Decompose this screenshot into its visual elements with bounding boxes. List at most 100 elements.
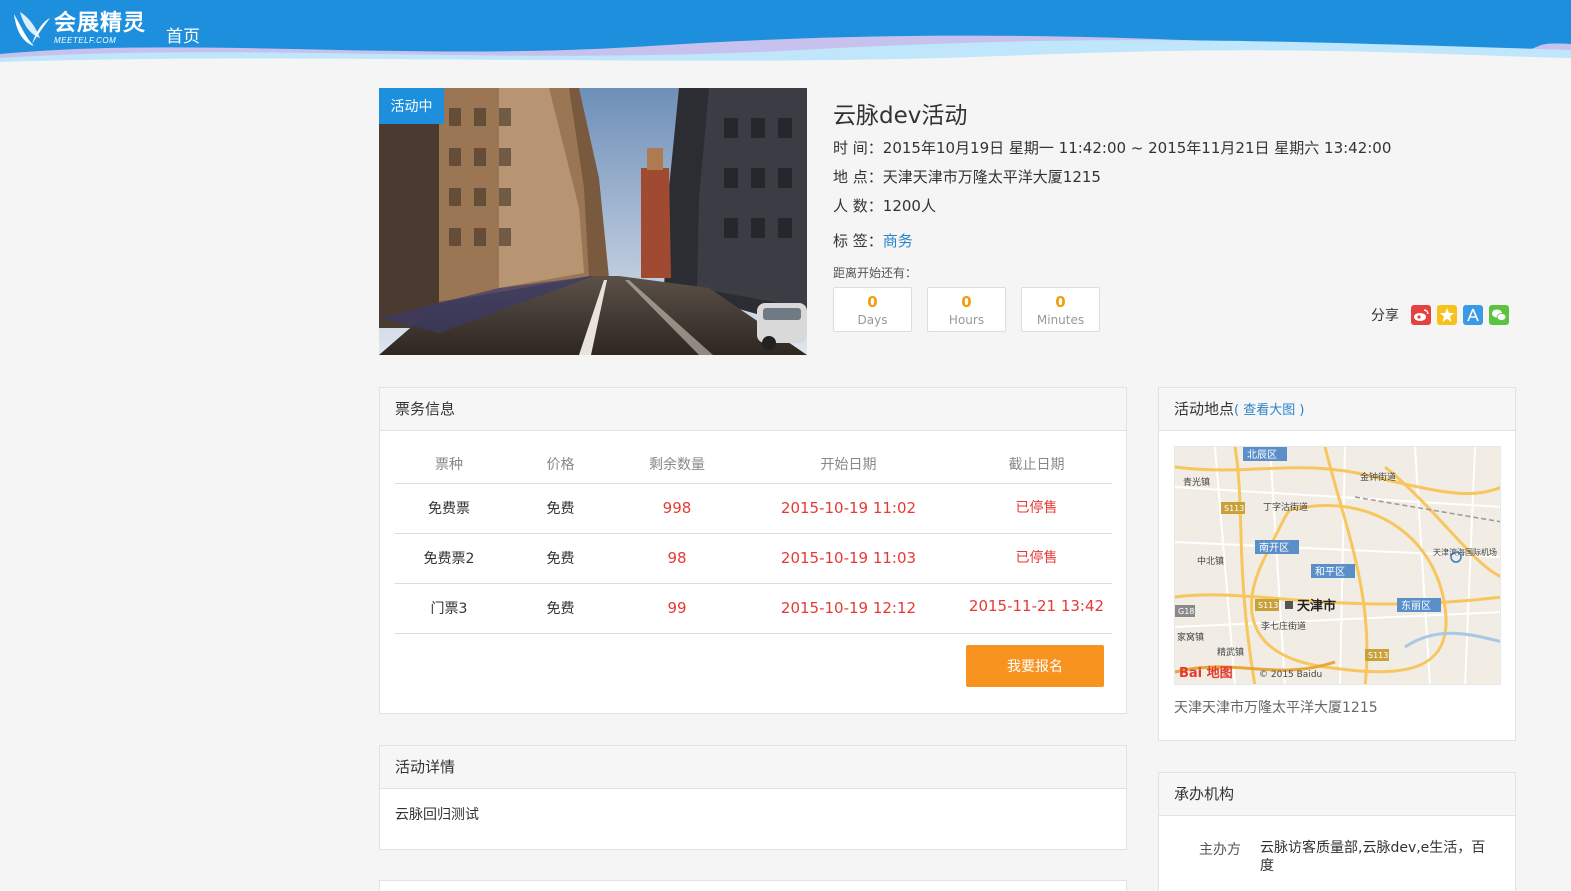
ticket-end: 已停售 (961, 483, 1112, 534)
countdown-hours-unit: Hours (948, 313, 985, 327)
map-copyright: © 2015 Baidu (1259, 670, 1322, 680)
event-time-row: 时 间：2015年10月19日 星期一 11:42:00 ~ 2015年11月2… (833, 137, 1391, 158)
event-place-value: 天津天津市万隆太平洋大厦1215 (882, 168, 1101, 186)
logo-name: 会展精灵 (54, 11, 147, 36)
map-label-heping: 和平区 (1315, 566, 1345, 578)
event-cover-image: 活动中 (379, 88, 807, 355)
event-people-row: 人 数：1200人 (833, 195, 936, 216)
organizer-label: 主办方 (1199, 842, 1241, 858)
countdown-label: 距离开始还有： (833, 266, 918, 280)
top-navbar: 会展精灵 MEETELF.COM 首页 (0, 0, 1571, 64)
map-label-dongli: 东丽区 (1401, 599, 1431, 612)
signup-button[interactable]: 我要报名 (966, 645, 1104, 687)
ticket-panel-title: 票务信息 (380, 388, 1126, 431)
baidu-map-logo: Bai 地图 (1179, 665, 1233, 681)
countdown-days: 0 Days (833, 287, 912, 332)
butterfly-logo-icon (14, 12, 50, 46)
table-row: 免费票 免费 998 2015-10-19 11:02 已停售 (395, 483, 1112, 534)
countdown-minutes: 0 Minutes (1021, 287, 1100, 332)
organizer-panel-title: 承办机构 (1159, 773, 1515, 816)
map-label-jinzhong: 金钟街道 (1360, 471, 1396, 483)
col-price: 价格 (503, 446, 618, 484)
event-title: 云脉dev活动 (833, 103, 968, 129)
weibo-icon[interactable] (1411, 305, 1431, 325)
ticket-remaining: 98 (618, 533, 736, 584)
map-label-qizhuang: 李七庄街道 (1261, 620, 1306, 632)
organizer-panel: 承办机构 主办方 云脉访客质量部,云脉dev,e生活，百度 (1158, 772, 1516, 891)
map-label-jiawo: 家窝镇 (1177, 631, 1204, 643)
baidu-map: 北辰区 南开区 和平区 东丽区 青光镇 金钟街道 丁字沽街道 中北镇 天津滨海国… (1175, 447, 1500, 684)
ticket-remaining: 998 (618, 483, 736, 534)
share-label: 分享 (1371, 308, 1399, 324)
street-photo (379, 88, 807, 355)
map-label-qingguang: 青光镇 (1183, 476, 1210, 488)
event-tag-label: 标 签： (833, 232, 883, 250)
countdown-minutes-value: 0 (1055, 293, 1066, 311)
nav-home-link[interactable]: 首页 (166, 22, 200, 47)
ticket-remaining: 99 (618, 583, 736, 634)
table-row: 门票3 免费 99 2015-10-19 12:12 2015-11-21 13… (395, 583, 1112, 634)
event-tag-row: 标 签：商务 (833, 230, 913, 251)
map-label-city: 天津市 (1297, 598, 1336, 614)
col-remaining: 剩余数量 (618, 446, 736, 484)
map-label-jingwu: 精武镇 (1217, 646, 1244, 658)
ticket-start: 2015-10-19 11:02 (736, 483, 961, 534)
details-panel: 活动详情 云脉回归测试 (379, 745, 1127, 850)
event-place-label: 地 点： (833, 168, 883, 186)
event-time-value: 2015年10月19日 星期一 11:42:00 ~ 2015年11月21日 星… (882, 139, 1392, 157)
map-label-beichen: 北辰区 (1247, 449, 1277, 461)
countdown-days-unit: Days (857, 313, 888, 327)
location-map[interactable]: 北辰区 南开区 和平区 东丽区 青光镇 金钟街道 丁字沽街道 中北镇 天津滨海国… (1174, 446, 1501, 685)
ticket-price: 免费 (503, 533, 618, 584)
location-panel-title: 活动地点( 查看大图 ) (1159, 388, 1515, 431)
map-label-g18: G18 (1178, 607, 1194, 616)
event-tag-link[interactable]: 商务 (883, 232, 913, 250)
location-address: 天津天津市万隆太平洋大厦1215 (1174, 700, 1378, 716)
ticket-table-header: 票种 价格 剩余数量 开始日期 截止日期 (395, 446, 1112, 484)
qzone-icon[interactable] (1437, 305, 1457, 325)
event-people-label: 人 数： (833, 197, 883, 215)
map-label-zhongbei: 中北镇 (1197, 555, 1224, 567)
map-label-s113b: S113 (1258, 601, 1278, 610)
ticket-price: 免费 (503, 583, 618, 634)
col-ticket-type: 票种 (395, 446, 503, 484)
countdown-minutes-unit: Minutes (1036, 313, 1085, 327)
col-start-date: 开始日期 (736, 446, 961, 484)
ticket-end: 2015-11-21 13:42 (961, 583, 1112, 634)
ticket-start: 2015-10-19 11:03 (736, 533, 961, 584)
map-label-s113c: S113 (1368, 651, 1388, 660)
ticket-end: 已停售 (961, 533, 1112, 584)
organizer-value: 云脉访客质量部,云脉dev,e生活，百度 (1260, 840, 1486, 874)
city-marker-icon (1285, 601, 1293, 609)
location-title: 活动地点 (1174, 400, 1235, 418)
event-status-badge: 活动中 (379, 88, 444, 124)
countdown-hours: 0 Hours (927, 287, 1006, 332)
map-label-airport: 天津滨海国际机场 (1433, 547, 1497, 557)
table-row: 免费票2 免费 98 2015-10-19 11:03 已停售 (395, 533, 1112, 584)
event-time-label: 时 间： (833, 139, 883, 157)
header-wave-decoration (0, 35, 1571, 64)
countdown-days-value: 0 (867, 293, 878, 311)
ticket-table: 票种 价格 剩余数量 开始日期 截止日期 免费票 免费 998 2015-10-… (395, 446, 1112, 634)
location-panel: 活动地点( 查看大图 ) 北辰区 南开区 和平区 东丽区 青光镇 金钟街道 丁字… (1158, 387, 1516, 741)
map-label-dingzigu: 丁字沽街道 (1263, 501, 1308, 513)
ticket-name: 免费票 (395, 483, 503, 534)
share-bar: 分享 (1371, 305, 1509, 325)
view-large-map-link[interactable]: ( 查看大图 ) (1234, 403, 1304, 418)
tencent-weibo-icon[interactable] (1463, 305, 1483, 325)
logo-domain: MEETELF.COM (54, 36, 117, 45)
ticket-panel: 票务信息 票种 价格 剩余数量 开始日期 截止日期 免费票 免费 998 201… (379, 387, 1127, 714)
details-text: 云脉回归测试 (395, 807, 479, 823)
next-panel (379, 880, 1127, 891)
map-label-nankai: 南开区 (1259, 541, 1289, 554)
countdown-hours-value: 0 (961, 293, 972, 311)
ticket-price: 免费 (503, 483, 618, 534)
map-label-s113a: S113 (1224, 504, 1244, 513)
event-people-value: 1200人 (882, 197, 936, 215)
site-logo[interactable]: 会展精灵 MEETELF.COM (10, 8, 146, 50)
event-place-row: 地 点：天津天津市万隆太平洋大厦1215 (833, 166, 1101, 187)
ticket-start: 2015-10-19 12:12 (736, 583, 961, 634)
ticket-name: 免费票2 (395, 533, 503, 584)
ticket-name: 门票3 (395, 583, 503, 634)
wechat-icon[interactable] (1489, 305, 1509, 325)
